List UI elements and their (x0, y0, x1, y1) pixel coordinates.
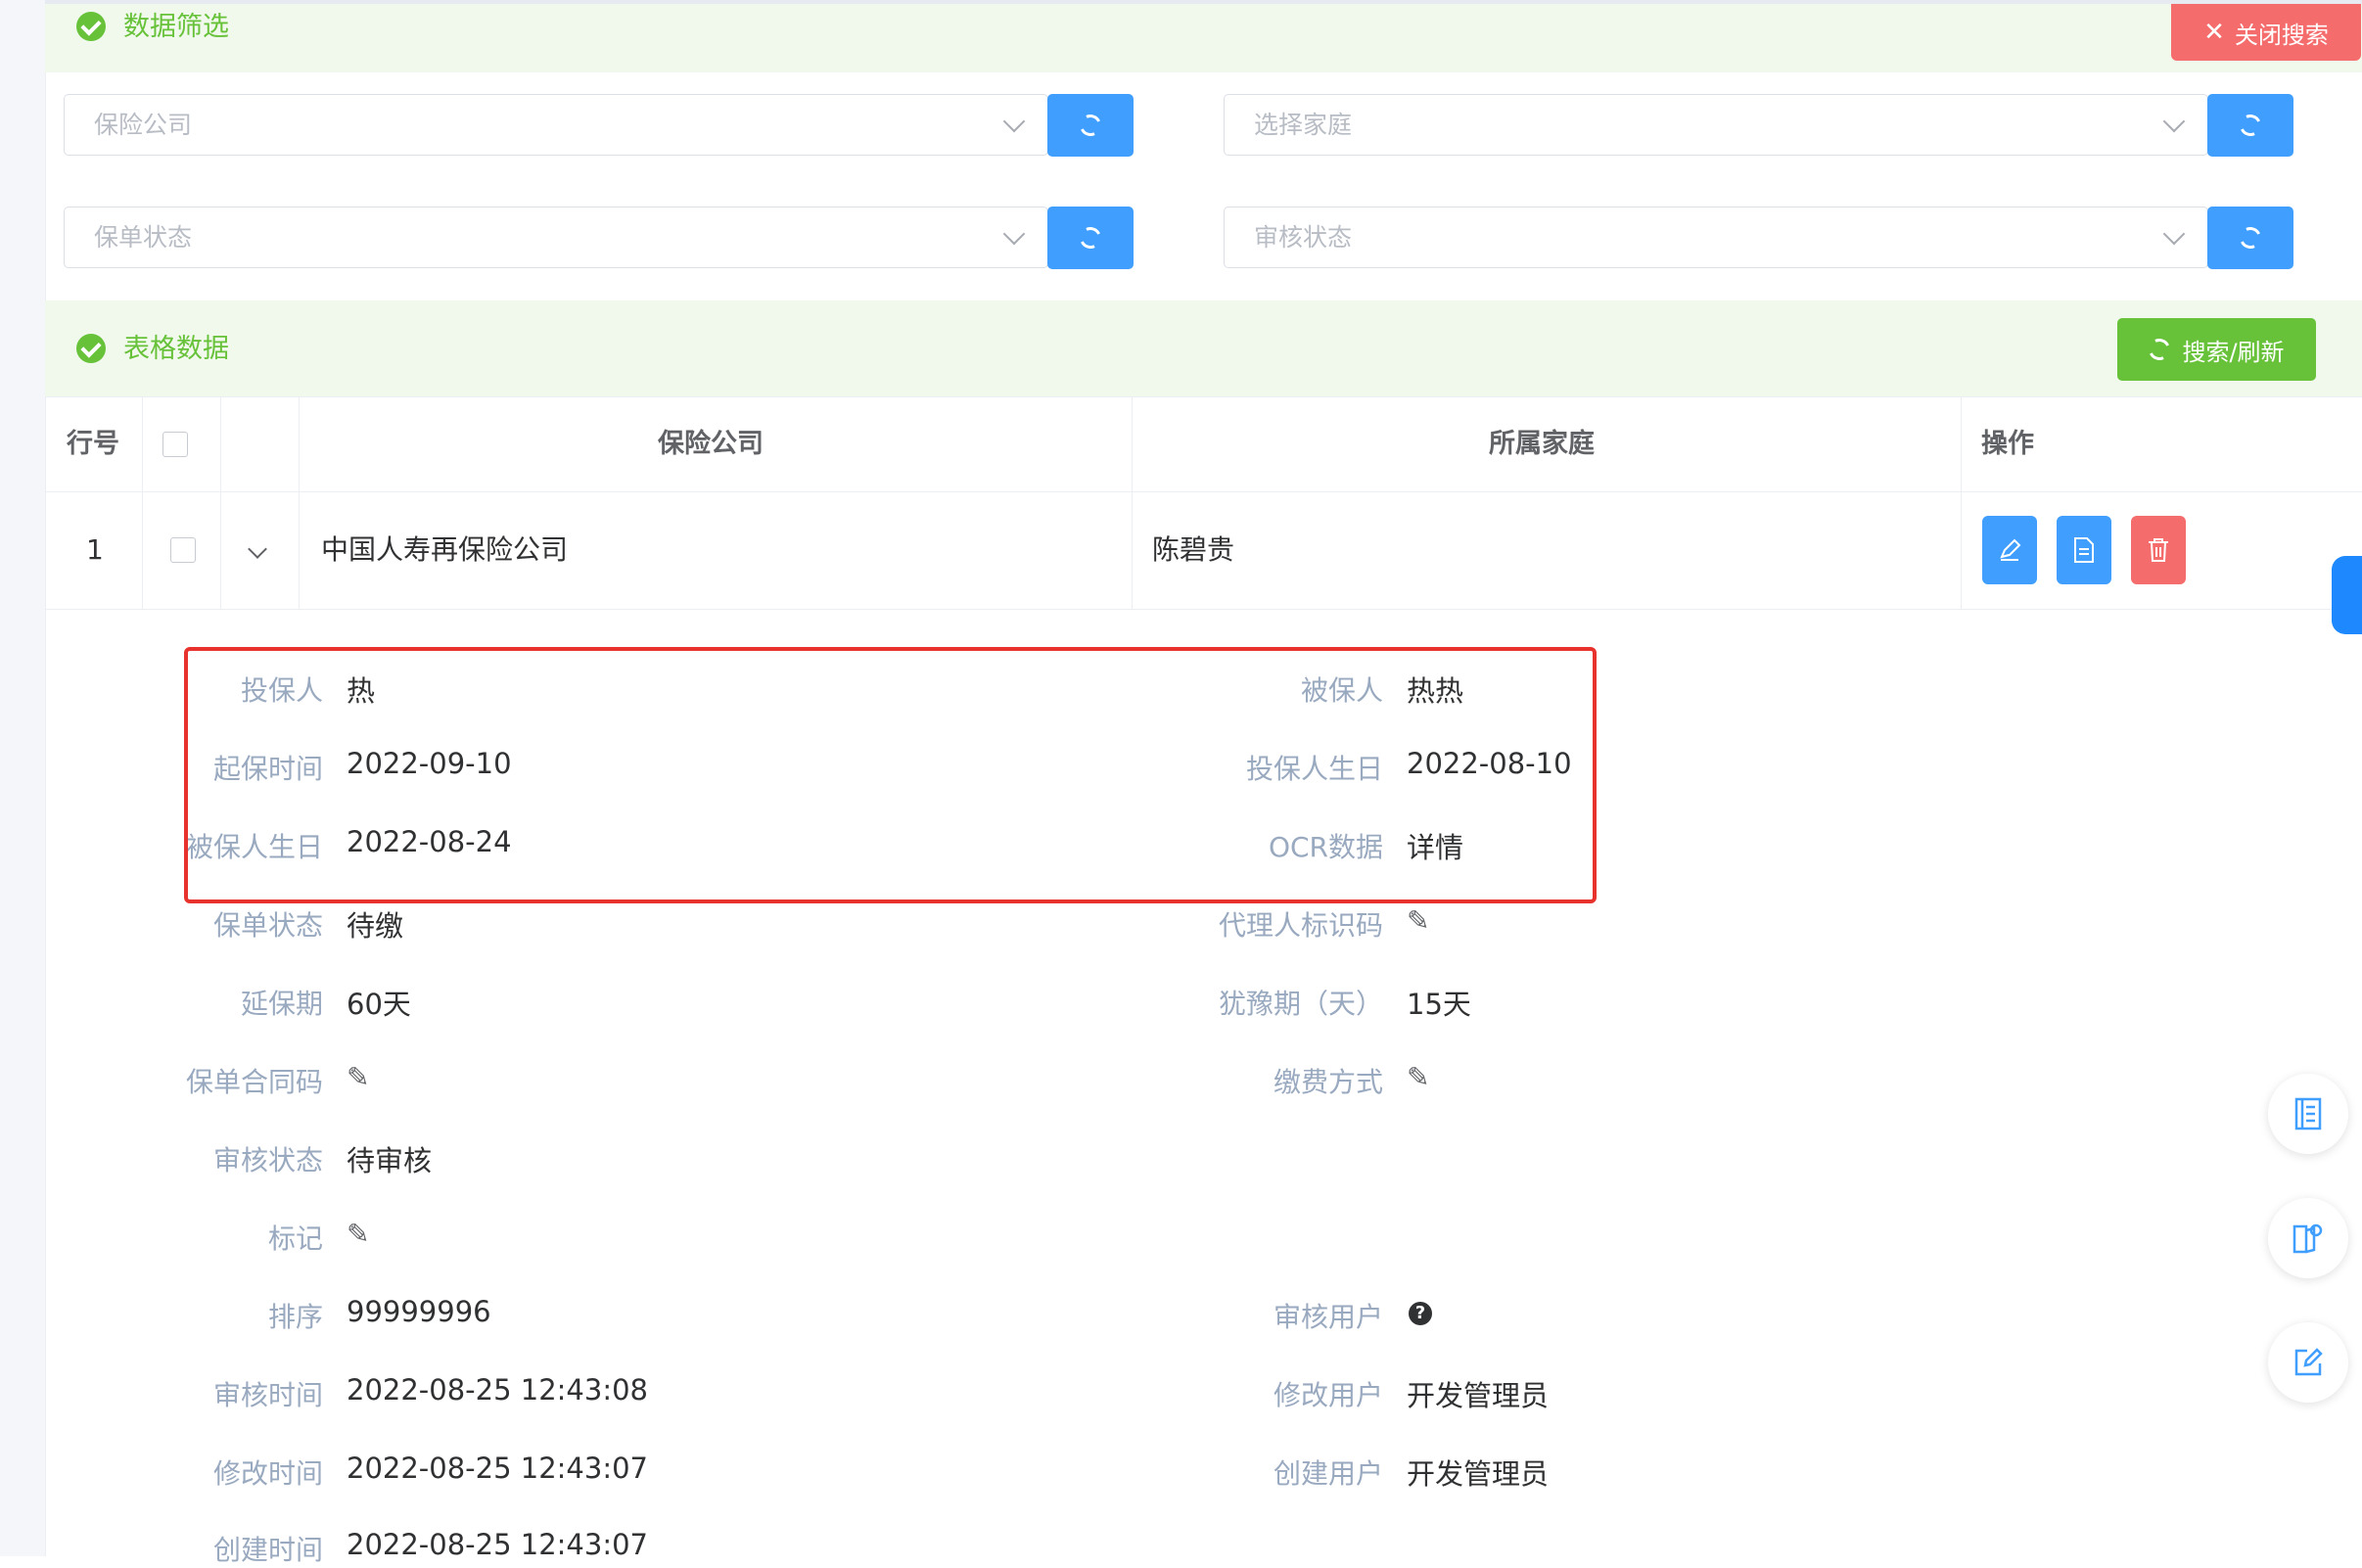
detail-value: 待审核 (347, 1144, 433, 1177)
select-all-checkbox[interactable] (162, 432, 188, 457)
detail-label: 创建时间 (212, 1534, 323, 1566)
edit-icon (2000, 538, 2021, 561)
select-placeholder: 保单状态 (94, 223, 193, 252)
detail-label: 保单合同码 (185, 1066, 323, 1098)
detail-label: 修改时间 (212, 1457, 323, 1490)
col-divider (299, 491, 300, 609)
detail-label: 犹豫期（天） (1218, 988, 1383, 1020)
col-divider (142, 491, 143, 609)
family-select[interactable]: 选择家庭 (1224, 94, 2208, 156)
detail-label: 缴费方式 (1273, 1066, 1383, 1098)
refresh-icon (2146, 335, 2174, 364)
col-divider (1132, 491, 1133, 609)
detail-label: 审核状态 (212, 1144, 323, 1176)
detail-label: 审核用户 (1273, 1301, 1383, 1333)
col-divider (220, 397, 221, 491)
document-icon (2074, 537, 2094, 563)
close-search-label: 关闭搜索 (2234, 21, 2329, 49)
view-document-button[interactable] (2057, 516, 2111, 584)
col-divider (299, 397, 300, 491)
col-divider (45, 397, 46, 491)
col-divider (1961, 397, 1962, 491)
row-number: 1 (86, 533, 104, 566)
col-divider (1961, 491, 1962, 609)
chevron-down-icon (2162, 222, 2186, 246)
detail-label: 标记 (267, 1222, 323, 1255)
detail-label: 创建用户 (1273, 1457, 1383, 1490)
float-notebook-button[interactable] (2268, 1074, 2348, 1154)
insurance-company-select[interactable]: 保险公司 (64, 94, 1048, 156)
select-placeholder: 选择家庭 (1254, 111, 1353, 139)
detail-label: 保单状态 (212, 909, 323, 942)
float-location-button[interactable] (2268, 1198, 2348, 1278)
edit-pen-icon[interactable]: ✎ (347, 1061, 369, 1093)
detail-value: 15天 (1407, 988, 1471, 1021)
detail-label: 修改用户 (1273, 1379, 1383, 1411)
detail-value: 60天 (347, 988, 411, 1021)
table-header-bar: 表格数据 (45, 300, 2362, 396)
delete-button[interactable] (2131, 516, 2186, 584)
refresh-icon (2236, 111, 2265, 140)
detail-label: 审核时间 (212, 1379, 323, 1411)
header-operations: 操作 (1981, 429, 2034, 459)
refresh-icon (1076, 223, 1105, 253)
search-refresh-button[interactable]: 搜索/刷新 (2117, 318, 2316, 381)
highlight-box (184, 647, 1597, 903)
chevron-down-icon (2162, 110, 2186, 133)
chevron-down-icon (1002, 110, 1026, 133)
detail-value: 2022-08-25 12:43:07 (347, 1452, 648, 1485)
detail-value: 2022-08-25 12:43:08 (347, 1373, 648, 1407)
filter-title: 数据筛选 (123, 12, 229, 42)
select-placeholder: 审核状态 (1254, 223, 1353, 252)
edit-button[interactable] (1982, 516, 2037, 584)
col-divider (1132, 397, 1133, 491)
col-divider (220, 491, 221, 609)
header-company: 保险公司 (658, 429, 764, 459)
filter-header: 数据筛选 ✕ 关闭搜索 (45, 4, 2362, 72)
edit-square-icon (2294, 1348, 2323, 1376)
refresh-icon (2236, 223, 2265, 253)
detail-label: 排序 (267, 1301, 323, 1333)
refresh-company-button[interactable] (1047, 94, 1134, 157)
edit-pen-icon[interactable]: ✎ (1407, 1061, 1429, 1093)
floating-tab[interactable] (2332, 556, 2362, 634)
edit-pen-icon[interactable]: ✎ (347, 1218, 369, 1250)
refresh-icon (1076, 111, 1105, 140)
col-divider (142, 397, 143, 491)
notebook-icon (2294, 1097, 2322, 1130)
table-head: 行号 保险公司 所属家庭 操作 (45, 396, 2362, 492)
row-checkbox[interactable] (170, 537, 196, 563)
trash-icon (2149, 538, 2168, 562)
table-title: 表格数据 (123, 334, 229, 364)
refresh-family-button[interactable] (2207, 94, 2293, 157)
detail-value: 99999996 (347, 1295, 491, 1328)
header-family: 所属家庭 (1489, 429, 1595, 459)
float-edit-button[interactable] (2268, 1322, 2348, 1403)
col-divider (45, 491, 46, 609)
question-icon: ? (1409, 1302, 1432, 1325)
map-pin-icon (2293, 1223, 2323, 1254)
audit-status-select[interactable]: 审核状态 (1224, 207, 2208, 268)
header-row-no: 行号 (67, 429, 119, 459)
check-circle-icon (76, 12, 106, 41)
close-icon: ✕ (2203, 18, 2225, 47)
detail-value: 开发管理员 (1407, 1457, 1550, 1491)
edit-pen-icon[interactable]: ✎ (1407, 904, 1429, 937)
detail-label: 代理人标识码 (1218, 909, 1383, 942)
table-row: 1 中国人寿再保险公司 陈碧贵 (45, 491, 2362, 610)
check-circle-icon (76, 334, 106, 363)
close-search-button[interactable]: ✕ 关闭搜索 (2171, 4, 2361, 61)
refresh-audit-status-button[interactable] (2207, 207, 2293, 269)
refresh-policy-status-button[interactable] (1047, 207, 1134, 269)
select-placeholder: 保险公司 (94, 111, 193, 139)
expand-row-icon[interactable] (248, 539, 267, 559)
detail-value: 待缴 (347, 909, 404, 943)
search-refresh-label: 搜索/刷新 (2182, 338, 2285, 366)
detail-value: 开发管理员 (1407, 1379, 1550, 1412)
detail-label: 延保期 (240, 988, 323, 1020)
chevron-down-icon (1002, 222, 1026, 246)
company-cell: 中国人寿再保险公司 (321, 533, 569, 566)
policy-status-select[interactable]: 保单状态 (64, 207, 1048, 268)
family-cell: 陈碧贵 (1152, 533, 1235, 566)
